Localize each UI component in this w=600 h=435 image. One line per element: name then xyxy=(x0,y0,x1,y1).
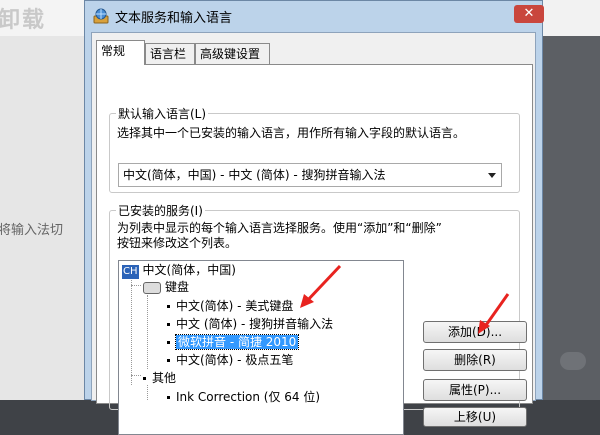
default-language-value: 中文(简体，中国) - 中文 (简体) - 搜狗拼音输入法 xyxy=(123,168,386,182)
installed-services-description-line2: 按钮来修改这个列表。 xyxy=(117,236,238,250)
tab-language-bar[interactable]: 语言栏 xyxy=(145,43,195,64)
properties-button[interactable]: 属性(P)... xyxy=(423,379,527,401)
keyboard-item[interactable]: 中文(简体) - 美式键盘 xyxy=(167,298,293,314)
installed-services-description-line1: 为列表中显示的每个输入语言选择服务。使用“添加”和“删除” xyxy=(117,221,442,235)
keyboard-item[interactable]: 中文 (简体) - 搜狗拼音输入法 xyxy=(167,316,333,332)
close-button[interactable]: ✕ xyxy=(514,5,544,23)
background-left-panel xyxy=(0,36,90,400)
keyboard-item-label: 中文 (简体) - 搜狗拼音输入法 xyxy=(176,317,334,331)
remove-button[interactable]: 删除(R) xyxy=(423,349,527,371)
default-language-combobox[interactable]: 中文(简体，中国) - 中文 (简体) - 搜狗拼音输入法 xyxy=(118,163,502,187)
keyboard-item-label: 微软拼音 - 简捷 2010 xyxy=(174,334,300,350)
keyboard-item-label: 中文(简体) - 极点五笔 xyxy=(176,353,294,367)
bullet-icon xyxy=(143,377,146,380)
bullet-icon xyxy=(167,359,170,362)
background-right-panel xyxy=(540,36,600,400)
background-left-text: 将输入法切 xyxy=(0,223,64,238)
tab-advanced-key-settings[interactable]: 高级键设置 xyxy=(195,43,270,64)
tree-node-keyboard[interactable]: 键盘 xyxy=(143,279,189,295)
other-label: 其他 xyxy=(152,371,177,385)
bullet-icon xyxy=(167,396,170,399)
other-item[interactable]: Ink Correction (仅 64 位) xyxy=(167,389,320,405)
chevron-down-icon[interactable] xyxy=(488,173,496,178)
default-language-group-label: 默认输入语言(L) xyxy=(116,105,209,122)
keyboard-item-selected[interactable]: 微软拼音 - 简捷 2010 xyxy=(167,334,300,350)
text-services-dialog: 文本服务和输入语言 ✕ 常规 语言栏 高级键设置 默认输入语言(L) 选择其中一… xyxy=(84,0,544,435)
general-tab-panel: 默认输入语言(L) 选择其中一个已安装的输入语言，用作所有输入字段的默认语言。 … xyxy=(96,64,533,435)
other-item-label: Ink Correction (仅 64 位) xyxy=(176,390,321,404)
move-up-button[interactable]: 上移(U) xyxy=(423,407,527,427)
tree-node-other[interactable]: 其他 xyxy=(143,370,176,386)
text-services-icon xyxy=(93,8,109,24)
bullet-icon xyxy=(167,341,170,344)
tab-general[interactable]: 常规 xyxy=(96,40,145,65)
dialog-titlebar: 文本服务和输入语言 ✕ xyxy=(85,1,544,31)
annotation-arrow-icon xyxy=(478,293,510,334)
background-page-title: 卸载 xyxy=(0,8,47,33)
language-label: 中文(简体，中国) xyxy=(142,263,236,277)
annotation-arrow-icon xyxy=(300,264,342,308)
background-badge xyxy=(560,352,586,370)
dialog-client-area: 常规 语言栏 高级键设置 默认输入语言(L) 选择其中一个已安装的输入语言，用作… xyxy=(91,32,536,435)
installed-services-tree[interactable]: CH 中文(简体，中国) 键盘 中文(简体) - 美式键盘 中文 (简体) - 搜… xyxy=(118,260,404,435)
background-right-header xyxy=(540,0,600,36)
bullet-icon xyxy=(167,323,170,326)
bullet-icon xyxy=(167,305,170,308)
default-language-description: 选择其中一个已安装的输入语言，用作所有输入字段的默认语言。 xyxy=(117,126,466,140)
tree-node-language[interactable]: CH 中文(简体，中国) xyxy=(122,262,236,279)
dialog-title: 文本服务和输入语言 xyxy=(115,11,233,26)
installed-services-group-label: 已安装的服务(I) xyxy=(116,202,205,219)
keyboard-item-label: 中文(简体) - 美式键盘 xyxy=(176,299,294,313)
keyboard-icon xyxy=(143,281,161,294)
keyboard-item[interactable]: 中文(简体) - 极点五笔 xyxy=(167,352,293,368)
language-code-badge: CH xyxy=(122,265,139,279)
keyboard-label: 键盘 xyxy=(165,280,190,294)
